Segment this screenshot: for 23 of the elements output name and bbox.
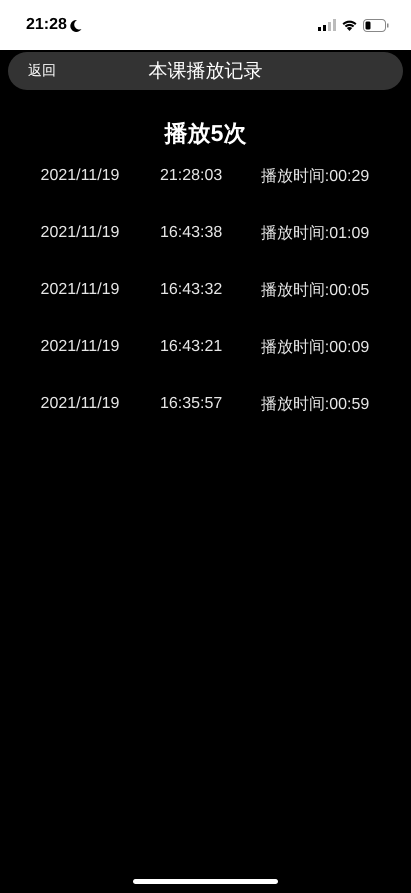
- record-date: 2021/11/19: [40, 395, 120, 413]
- record-time: 16:35:57: [160, 395, 222, 413]
- record-time: 16:43:21: [160, 338, 222, 356]
- play-duration: 播放时间:00:05: [260, 280, 370, 300]
- play-duration: 播放时间:00:29: [260, 166, 370, 186]
- moon-icon: [70, 18, 82, 32]
- status-time: 21:28: [26, 16, 67, 34]
- record-time: 21:28:03: [160, 167, 222, 185]
- play-duration: 播放时间:00:59: [260, 394, 370, 414]
- play-duration: 播放时间:00:09: [260, 338, 370, 358]
- record-date: 2021/11/19: [40, 338, 120, 356]
- wifi-icon: [341, 19, 358, 31]
- record-date: 2021/11/19: [40, 167, 120, 185]
- record-time: 16:43:38: [160, 224, 222, 242]
- play-count: 播放5次: [164, 119, 246, 148]
- signal-icon: [318, 19, 336, 31]
- record-date: 2021/11/19: [40, 224, 120, 242]
- record-date: 2021/11/19: [40, 281, 120, 299]
- back-button[interactable]: 返回: [28, 62, 56, 80]
- play-duration: 播放时间:01:09: [260, 224, 370, 244]
- battery-icon: [363, 18, 389, 32]
- record-time: 16:43:32: [160, 281, 222, 299]
- page-title: 本课播放记录: [148, 61, 262, 82]
